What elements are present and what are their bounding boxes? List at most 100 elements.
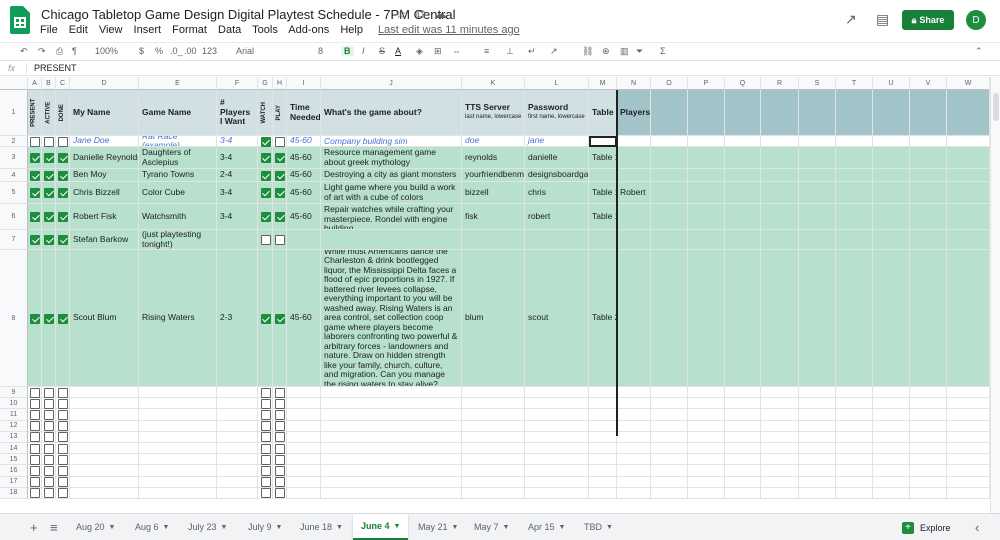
header-empty-cell[interactable] <box>799 90 836 136</box>
empty-cell[interactable] <box>873 431 910 443</box>
empty-cell[interactable] <box>910 147 947 169</box>
empty-cell[interactable] <box>799 431 836 443</box>
empty-cell[interactable] <box>287 420 321 432</box>
empty-cell[interactable] <box>799 387 836 399</box>
assigned-players-cell[interactable] <box>617 147 651 169</box>
empty-cell[interactable] <box>287 443 321 455</box>
header-active[interactable]: ACTIVE <box>42 90 56 136</box>
tab-menu-chevron-down-icon[interactable]: ▼ <box>221 524 228 531</box>
empty-cell[interactable] <box>761 230 799 250</box>
empty-cell[interactable] <box>836 147 873 169</box>
empty-checkbox[interactable] <box>275 477 285 488</box>
empty-checkbox[interactable] <box>44 432 54 443</box>
active-checkbox[interactable] <box>44 212 54 222</box>
empty-cell[interactable] <box>761 136 799 147</box>
empty-cell[interactable] <box>321 487 462 499</box>
play-checkbox[interactable] <box>275 170 285 181</box>
empty-cell[interactable] <box>761 204 799 230</box>
empty-cell[interactable] <box>761 182 799 204</box>
empty-cell[interactable] <box>589 431 617 443</box>
merge-cells-icon[interactable]: ⇔ <box>452 46 461 56</box>
empty-cell[interactable] <box>910 398 947 410</box>
done-checkbox[interactable] <box>58 235 68 245</box>
empty-cell[interactable] <box>725 476 761 488</box>
empty-cell[interactable] <box>70 409 139 421</box>
empty-cell[interactable] <box>947 409 990 421</box>
all-sheets-icon[interactable]: ≡ <box>50 520 58 535</box>
empty-cell[interactable] <box>688 454 725 466</box>
empty-cell[interactable] <box>725 250 761 387</box>
tts-cell[interactable]: doe <box>462 136 525 147</box>
empty-cell[interactable] <box>617 465 651 477</box>
name-cell[interactable]: Jane Doe <box>70 136 139 147</box>
empty-cell[interactable] <box>321 454 462 466</box>
insert-link-icon[interactable]: ⛓ <box>582 46 593 57</box>
empty-cell[interactable] <box>525 487 589 499</box>
empty-cell[interactable] <box>525 476 589 488</box>
empty-checkbox[interactable] <box>58 443 68 454</box>
text-color-button[interactable]: A <box>395 46 401 56</box>
row-header-1[interactable]: 1 <box>0 90 28 136</box>
menu-edit[interactable]: Edit <box>69 24 88 36</box>
empty-checkbox[interactable] <box>260 387 271 398</box>
empty-cell[interactable] <box>688 443 725 455</box>
active-checkbox[interactable] <box>44 313 54 324</box>
empty-cell[interactable] <box>217 420 258 432</box>
watch-checkbox[interactable] <box>260 313 271 324</box>
empty-cell[interactable] <box>947 431 990 443</box>
empty-cell[interactable] <box>139 409 217 421</box>
time-cell[interactable]: 45-60 <box>287 169 321 182</box>
table-cell[interactable] <box>589 230 617 250</box>
empty-checkbox[interactable] <box>275 466 285 476</box>
empty-cell[interactable] <box>617 443 651 455</box>
empty-cell[interactable] <box>217 465 258 477</box>
empty-checkbox[interactable] <box>30 387 40 398</box>
empty-cell[interactable] <box>873 398 910 410</box>
row-header-11[interactable]: 11 <box>0 409 28 421</box>
name-cell[interactable]: Chris Bizzell <box>70 182 139 204</box>
empty-cell[interactable] <box>651 147 688 169</box>
empty-cell[interactable] <box>70 420 139 432</box>
empty-cell[interactable] <box>525 465 589 477</box>
empty-cell[interactable] <box>725 431 761 443</box>
empty-cell[interactable] <box>688 487 725 499</box>
empty-checkbox[interactable] <box>260 410 271 420</box>
tts-cell[interactable]: reynolds <box>462 147 525 169</box>
header-empty-cell[interactable] <box>947 90 990 136</box>
empty-checkbox[interactable] <box>30 454 40 465</box>
empty-cell[interactable] <box>836 169 873 182</box>
header-players[interactable]: Players <box>617 90 651 136</box>
done-checkbox[interactable] <box>58 170 68 181</box>
empty-cell[interactable] <box>873 204 910 230</box>
empty-cell[interactable] <box>873 465 910 477</box>
italic-button[interactable]: I <box>362 46 365 56</box>
empty-cell[interactable] <box>525 454 589 466</box>
row-header-5[interactable]: 5 <box>0 182 28 204</box>
row-header-9[interactable]: 9 <box>0 387 28 399</box>
empty-cell[interactable] <box>910 182 947 204</box>
about-cell[interactable] <box>321 230 462 250</box>
empty-cell[interactable] <box>70 487 139 499</box>
empty-cell[interactable] <box>836 465 873 477</box>
empty-cell[interactable] <box>525 431 589 443</box>
empty-cell[interactable] <box>525 420 589 432</box>
column-header-i[interactable]: I <box>287 77 321 90</box>
empty-cell[interactable] <box>287 476 321 488</box>
sheet-grid[interactable]: A B C D E F G H I J K L M N O P Q R S T U V W 1 PRESENT ACTIVE DON… <box>0 77 990 513</box>
empty-cell[interactable] <box>651 136 688 147</box>
play-checkbox[interactable] <box>275 212 285 222</box>
header-empty-cell[interactable] <box>873 90 910 136</box>
row-header-4[interactable]: 4 <box>0 169 28 182</box>
empty-cell[interactable] <box>799 250 836 387</box>
empty-cell[interactable] <box>947 420 990 432</box>
watch-checkbox[interactable] <box>260 136 271 147</box>
column-header-p[interactable]: P <box>688 77 725 90</box>
menu-tools[interactable]: Tools <box>252 24 278 36</box>
column-header-f[interactable]: F <box>217 77 258 90</box>
empty-cell[interactable] <box>589 398 617 410</box>
column-header-u[interactable]: U <box>873 77 910 90</box>
empty-checkbox[interactable] <box>58 454 68 465</box>
empty-cell[interactable] <box>651 204 688 230</box>
empty-cell[interactable] <box>287 454 321 466</box>
empty-cell[interactable] <box>873 387 910 399</box>
